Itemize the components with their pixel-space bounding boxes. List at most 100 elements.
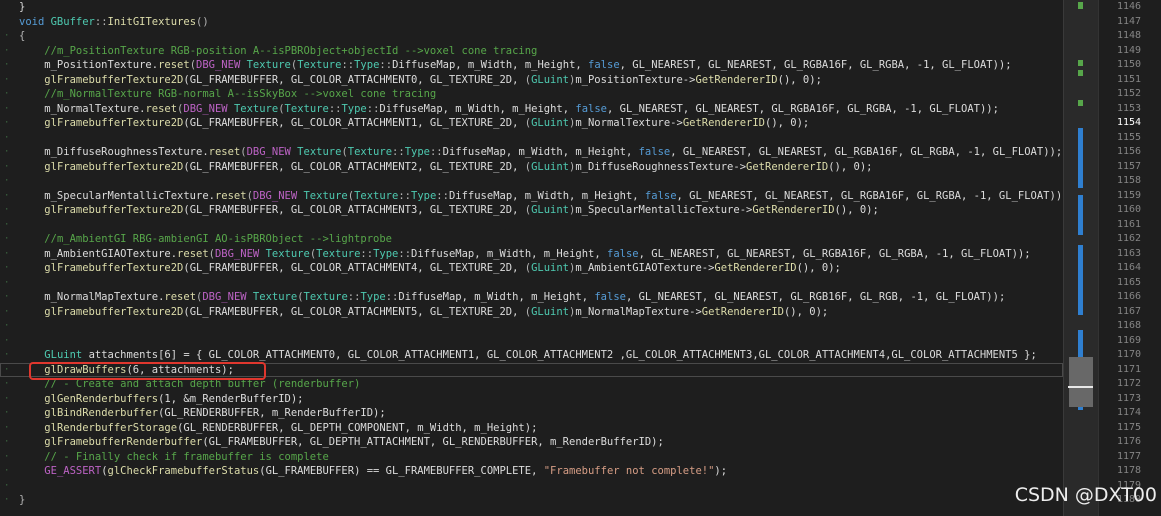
code-token: false	[575, 102, 607, 115]
code-line[interactable]: · glFramebufferTexture2D(GL_FRAMEBUFFER,…	[0, 203, 1063, 218]
code-line[interactable]: · glRenderbufferStorage(GL_RENDERBUFFER,…	[0, 421, 1063, 436]
code-line[interactable]: · m_NormalTexture.reset(DBG_NEW Texture(…	[0, 102, 1063, 117]
change-marker	[1078, 70, 1083, 76]
code-token: Type	[411, 189, 437, 202]
code-line[interactable]: ·	[0, 218, 1063, 233]
code-token: ::	[385, 291, 399, 303]
code-editor[interactable]: } void GBuffer::InitGITextures() ·{· //m_P…	[0, 0, 1063, 516]
overview-ruler[interactable]	[1063, 0, 1099, 516]
line-number: 1148	[1117, 30, 1142, 41]
code-token: DiffuseMap, m_Width, m_Height,	[398, 291, 595, 303]
indent-guide: ·	[4, 277, 10, 288]
code-line[interactable]: · glFramebufferRenderbuffer(GL_FRAMEBUFF…	[0, 435, 1063, 450]
code-token: , GL_NEAREST, GL_NEAREST, GL_RGBA16F, GL…	[638, 247, 1031, 260]
code-token: Texture	[297, 146, 342, 158]
code-line[interactable]: }	[0, 0, 1063, 15]
code-line[interactable]: · //m_PositionTexture RGB-position A--is…	[0, 44, 1063, 59]
indent-guide: ·	[4, 31, 10, 41]
code-token: (), 0);	[777, 73, 822, 86]
code-line[interactable]: · m_SpecularMentallicTexture.reset(DBG_N…	[0, 189, 1063, 204]
line-number: 1173	[1117, 392, 1142, 404]
code-token: glFramebufferRenderbuffer	[44, 436, 203, 448]
code-token: , GL_NEAREST, GL_NEAREST, GL_RGBA16F, GL…	[670, 146, 1063, 158]
code-text: m_NormalTexture.reset(DBG_NEW Texture(Te…	[19, 102, 999, 117]
code-token: glFramebufferTexture2D	[44, 204, 184, 216]
code-text: m_SpecularMentallicTexture.reset(DBG_NEW…	[19, 189, 1063, 204]
indent-guide: ·	[4, 321, 10, 331]
code-token: glFramebufferTexture2D	[44, 262, 184, 274]
code-line[interactable]: ·	[0, 319, 1063, 334]
code-line[interactable]: ·	[0, 131, 1063, 146]
code-line[interactable]: · //m_AmbientGI RBG-ambienGI AO-isPBRObj…	[0, 232, 1063, 247]
code-line[interactable]: · // - Finally check if framebuffer is c…	[0, 450, 1063, 465]
indent-guide: ·	[4, 205, 10, 215]
code-token: ::	[94, 15, 108, 28]
line-number: 1161	[1117, 218, 1142, 230]
line-number-gutter: 1146 1147 1148 1149 1150 1151 1152 1153 1154 1155…	[1098, 0, 1161, 516]
line-number: 1169	[1117, 334, 1142, 346]
code-token: GetRendererID	[752, 204, 835, 216]
code-line[interactable]: ·	[0, 276, 1063, 291]
code-token: Texture	[347, 146, 393, 158]
code-line[interactable]: · glFramebufferTexture2D(GL_FRAMEBUFFER,…	[0, 305, 1063, 320]
code-line[interactable]: · m_DiffuseRoughnessTexture.reset(DBG_NE…	[0, 145, 1063, 160]
code-token: GetRendererID	[746, 160, 829, 173]
code-token: glGenRenderbuffers	[44, 392, 159, 405]
code-token: GLuint	[531, 117, 570, 129]
code-token: DiffuseMap, m_Width, m_Height,	[392, 59, 589, 71]
line-number: 1163	[1117, 247, 1142, 259]
code-line[interactable]: · glFramebufferTexture2D(GL_FRAMEBUFFER,…	[0, 160, 1063, 175]
code-line[interactable]: · glGenRenderbuffers(1, &m_RenderBufferI…	[0, 392, 1063, 407]
line-number: 1174	[1117, 407, 1142, 418]
code-line[interactable]: ·	[0, 334, 1063, 349]
code-line[interactable]	[0, 508, 1063, 516]
code-line[interactable]: · glBindRenderbuffer(GL_RENDERBUFFER, m_…	[0, 406, 1063, 421]
code-line[interactable]: void GBuffer::InitGITextures()	[0, 15, 1063, 30]
indent-guide: ·	[4, 292, 10, 302]
code-token: false	[594, 291, 626, 303]
code-line[interactable]: ·}	[0, 493, 1063, 508]
code-line[interactable]: · glFramebufferTexture2D(GL_FRAMEBUFFER,…	[0, 116, 1063, 131]
code-token: attachments[6] = { GL_COLOR_ATTACHMENT0,…	[88, 349, 1037, 361]
indent-guide: ·	[4, 306, 10, 317]
code-line[interactable]: ·	[0, 174, 1063, 189]
code-token: GLuint	[531, 204, 570, 216]
line-number: 1177	[1117, 450, 1142, 462]
code-token: (), 0);	[796, 262, 841, 274]
code-token: glBindRenderbuffer	[44, 407, 159, 419]
code-line[interactable]: ·	[0, 479, 1063, 494]
code-line[interactable]: · glFramebufferTexture2D(GL_FRAMEBUFFER,…	[0, 261, 1063, 276]
scrollbar-thumb[interactable]	[1069, 357, 1093, 407]
code-line[interactable]: · m_AmbientGIAOTexture.reset(DBG_NEW Tex…	[0, 247, 1063, 262]
line-number: 1157	[1117, 160, 1142, 172]
indent-guide: ·	[4, 219, 10, 230]
code-line[interactable]: · GE_ASSERT(glCheckFramebufferStatus(GL_…	[0, 464, 1063, 479]
watermark: CSDN @DXT00	[1014, 484, 1157, 506]
code-line[interactable]: · m_NormalMapTexture.reset(DBG_NEW Textu…	[0, 290, 1063, 305]
code-text: void GBuffer::InitGITextures()	[19, 15, 209, 30]
code-line[interactable]: · GLuint attachments[6] = { GL_COLOR_ATT…	[0, 348, 1063, 363]
code-token: (), 0);	[834, 204, 879, 216]
code-token: (GL_FRAMEBUFFER, GL_DEPTH_ATTACHMENT, GL…	[202, 436, 664, 448]
code-token: GLuint	[44, 349, 89, 361]
code-token: Texture	[316, 247, 361, 260]
change-marker	[1078, 60, 1083, 66]
code-line[interactable]: · m_PositionTexture.reset(DBG_NEW Textur…	[0, 58, 1063, 73]
code-line[interactable]: · //m_NormalTexture RGB-normal A--isSkyB…	[0, 87, 1063, 102]
code-token: GetRendererID	[714, 262, 797, 274]
code-line[interactable]: · glFramebufferTexture2D(GL_FRAMEBUFFER,…	[0, 73, 1063, 88]
code-token: false	[607, 247, 639, 260]
indent-guide: ·	[4, 393, 10, 404]
code-line[interactable]: ·{	[0, 29, 1063, 44]
code-text: glFramebufferTexture2D(GL_FRAMEBUFFER, G…	[19, 73, 822, 88]
code-token: (GL_FRAMEBUFFER, GL_COLOR_ATTACHMENT3, G…	[183, 204, 525, 216]
code-token: // - Finally check if framebuffer is com…	[44, 450, 329, 463]
line-number: 1165	[1117, 276, 1142, 288]
code-token: Texture	[252, 291, 298, 303]
